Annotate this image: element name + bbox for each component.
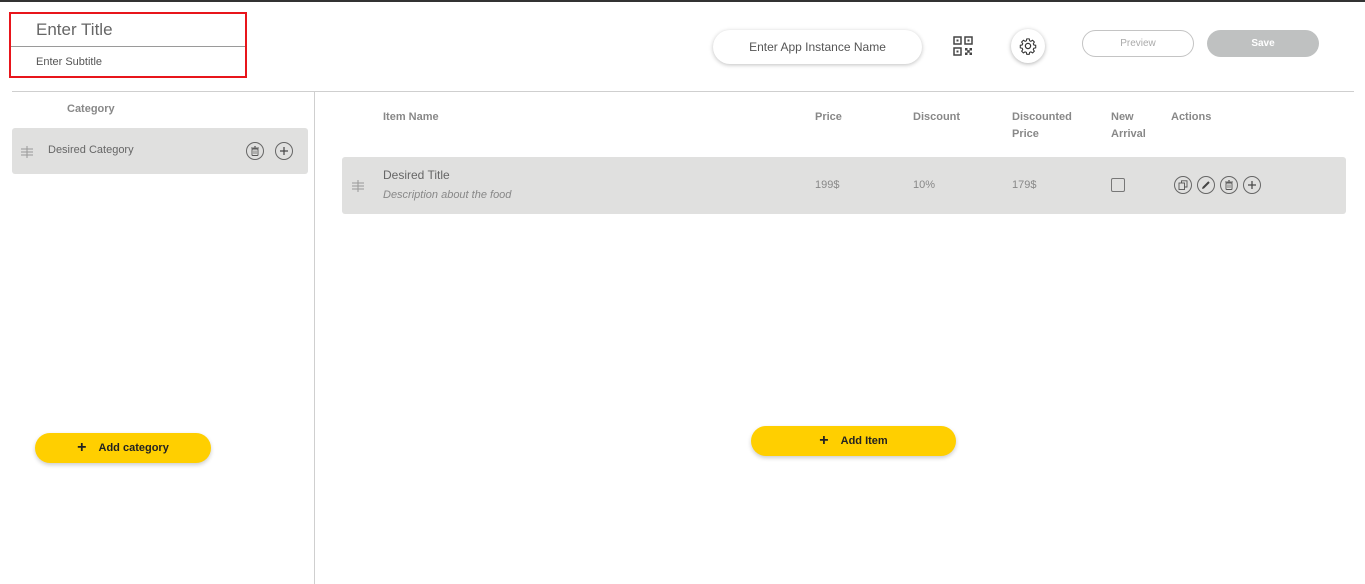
item-table-row[interactable]: Desired Title Description about the food… [342,157,1346,214]
trash-icon [1225,180,1233,190]
discounted-price-line2: Price [1012,128,1039,140]
title-subtitle-box [9,12,247,78]
qr-code-icon [953,36,973,56]
add-category-button[interactable]: + Add category [35,433,211,463]
top-border [0,0,1365,2]
add-item-button[interactable]: + Add Item [751,426,956,456]
qr-code-button[interactable] [953,36,973,56]
category-column-header: Category [67,103,115,115]
plus-icon [1248,181,1256,189]
delete-category-button[interactable] [246,142,264,160]
preview-button[interactable]: Preview [1082,30,1194,57]
column-header-discounted-price: Discounted Price [1012,109,1072,143]
pencil-icon [1202,181,1210,189]
item-discounted-price: 179$ [1012,179,1037,191]
discounted-price-line1: Discounted [1012,111,1072,123]
header-divider [12,91,1354,92]
trash-icon [251,146,259,156]
panel-divider [314,92,315,584]
save-button[interactable]: Save [1207,30,1319,57]
new-arrival-line2: Arrival [1111,128,1146,140]
edit-item-button[interactable] [1197,176,1215,194]
new-arrival-checkbox[interactable] [1111,178,1125,192]
add-subcategory-button[interactable] [275,142,293,160]
plus-icon: + [77,439,87,456]
column-header-actions: Actions [1171,111,1212,123]
column-header-new-arrival: New Arrival [1111,109,1146,143]
new-arrival-line1: New [1111,111,1134,123]
delete-item-button[interactable] [1220,176,1238,194]
item-title: Desired Title [383,168,450,182]
category-list-item[interactable]: Desired Category [12,128,308,174]
settings-button[interactable] [1011,29,1045,63]
subtitle-input[interactable] [11,50,245,74]
copy-icon [1178,180,1188,190]
item-price: 199$ [815,179,840,191]
category-label: Desired Category [48,144,134,156]
drag-handle-icon[interactable] [351,179,365,192]
add-item-label: Add Item [840,435,888,447]
app-instance-name-input[interactable] [713,30,922,64]
item-discount: 10% [913,179,936,191]
gear-icon [1019,38,1037,55]
column-header-price: Price [815,111,842,123]
add-category-label: Add category [98,442,169,454]
add-item-variant-button[interactable] [1243,176,1261,194]
plus-icon [280,147,288,155]
title-input[interactable] [11,14,245,47]
column-header-item-name: Item Name [383,111,439,123]
drag-handle-icon[interactable] [20,145,34,158]
copy-item-button[interactable] [1174,176,1192,194]
plus-icon: + [819,432,829,449]
item-description: Description about the food [383,189,512,201]
column-header-discount: Discount [913,111,961,123]
